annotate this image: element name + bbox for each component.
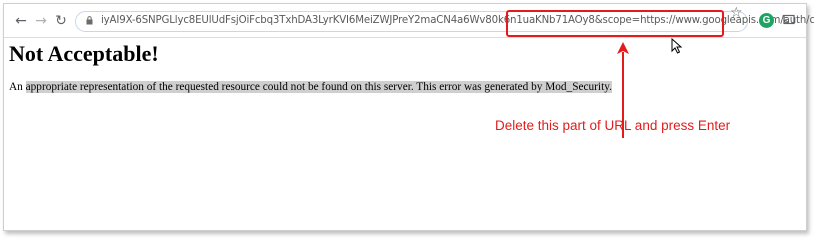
cast-icon[interactable] bbox=[783, 14, 795, 26]
reload-icon: ↻ bbox=[55, 13, 67, 29]
page-content: Not Acceptable! An appropriate represent… bbox=[9, 37, 806, 230]
arrow-right-icon: → bbox=[35, 13, 47, 29]
grammarly-extension-icon[interactable]: G bbox=[759, 13, 774, 28]
reload-button[interactable]: ↻ bbox=[53, 13, 69, 29]
annotation-text: Delete this part of URL and press Enter bbox=[495, 118, 731, 133]
page-title: Not Acceptable! bbox=[9, 41, 159, 66]
bookmark-star-icon[interactable]: ☆ bbox=[730, 5, 743, 21]
url-highlight-box bbox=[506, 10, 724, 37]
back-button[interactable]: ← bbox=[13, 13, 29, 29]
forward-button[interactable]: → bbox=[33, 13, 49, 29]
message-selected-text: appropriate representation of the reques… bbox=[25, 81, 612, 93]
error-message: An appropriate representation of the req… bbox=[9, 81, 612, 93]
message-prefix: An bbox=[9, 81, 26, 93]
arrow-left-icon: ← bbox=[15, 13, 27, 29]
lock-icon bbox=[86, 16, 93, 25]
screenshot-frame: ← → ↻ iyAI9X-6SNPGLlyc8EUlUdFsjOiFcbq3Tx… bbox=[3, 3, 814, 231]
